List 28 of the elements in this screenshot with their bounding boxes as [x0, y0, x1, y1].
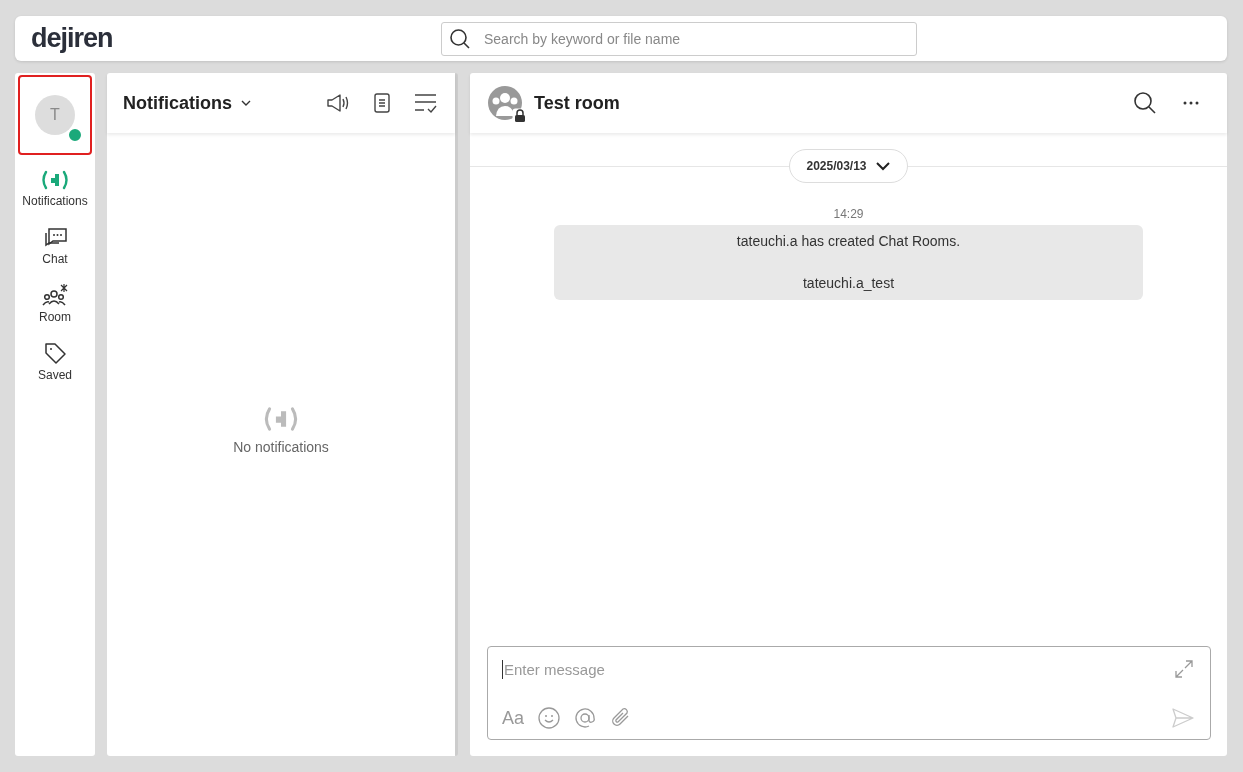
- avatar: T: [35, 95, 75, 135]
- broadcast-icon: [40, 169, 70, 191]
- megaphone-icon[interactable]: [325, 92, 351, 114]
- room-title: Test room: [534, 92, 620, 114]
- group-icon: [488, 86, 522, 120]
- mention-icon[interactable]: [574, 707, 597, 729]
- nav-item[interactable]: Room: [39, 283, 71, 324]
- people-icon: [41, 283, 69, 307]
- document-icon[interactable]: [373, 92, 391, 114]
- list-check-icon[interactable]: [413, 92, 439, 114]
- search-field[interactable]: Search by keyword or file name: [441, 21, 917, 56]
- nav-item[interactable]: Saved: [38, 341, 72, 382]
- chevron-down-icon: [240, 99, 252, 107]
- message-time: 14:29: [833, 207, 864, 221]
- empty-message: No notifications: [233, 438, 329, 455]
- emoji-icon[interactable]: [538, 707, 561, 729]
- expand-icon[interactable]: [1174, 659, 1194, 679]
- tag-icon: [43, 341, 67, 365]
- date-dropdown[interactable]: 2025/03/13: [789, 149, 908, 183]
- search-icon[interactable]: [1133, 91, 1157, 115]
- nav-item[interactable]: Notifications: [22, 169, 88, 208]
- nav-item[interactable]: Chat: [42, 225, 68, 266]
- more-icon[interactable]: [1183, 101, 1199, 105]
- panel-title-dropdown[interactable]: Notifications: [123, 92, 252, 114]
- chat-bubbles-icon: [42, 225, 68, 249]
- chevron-down-icon: [874, 161, 891, 171]
- system-message: tateuchi.a has created Chat Rooms. tateuchi.a_test: [554, 225, 1143, 300]
- logo[interactable]: dejiren: [31, 23, 441, 54]
